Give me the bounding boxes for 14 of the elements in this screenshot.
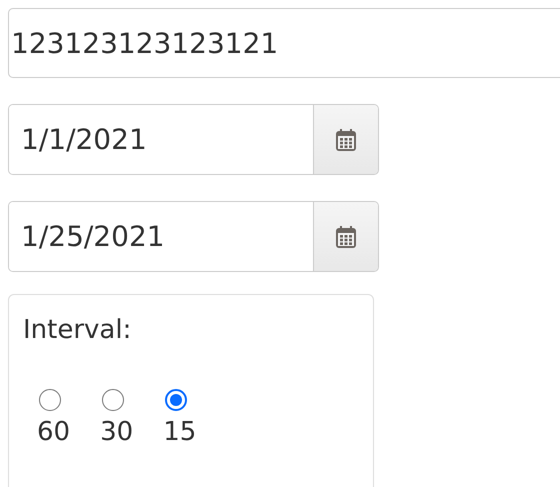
text-field[interactable]: 123123123123121 bbox=[8, 8, 560, 78]
calendar-icon bbox=[335, 128, 357, 152]
date-field[interactable]: 1/1/2021 bbox=[8, 104, 379, 175]
radio-button[interactable] bbox=[39, 389, 61, 411]
calendar-button[interactable] bbox=[313, 202, 378, 271]
calendar-button[interactable] bbox=[313, 105, 378, 174]
interval-label: Interval: bbox=[23, 315, 132, 345]
date-field[interactable]: 1/25/2021 bbox=[8, 201, 379, 272]
calendar-icon bbox=[335, 224, 357, 248]
radio-label: 60 bbox=[37, 417, 70, 447]
radio-button[interactable] bbox=[102, 389, 124, 411]
radio-label: 30 bbox=[100, 417, 134, 447]
radio-button[interactable] bbox=[165, 389, 188, 411]
radio-label: 15 bbox=[163, 417, 196, 447]
